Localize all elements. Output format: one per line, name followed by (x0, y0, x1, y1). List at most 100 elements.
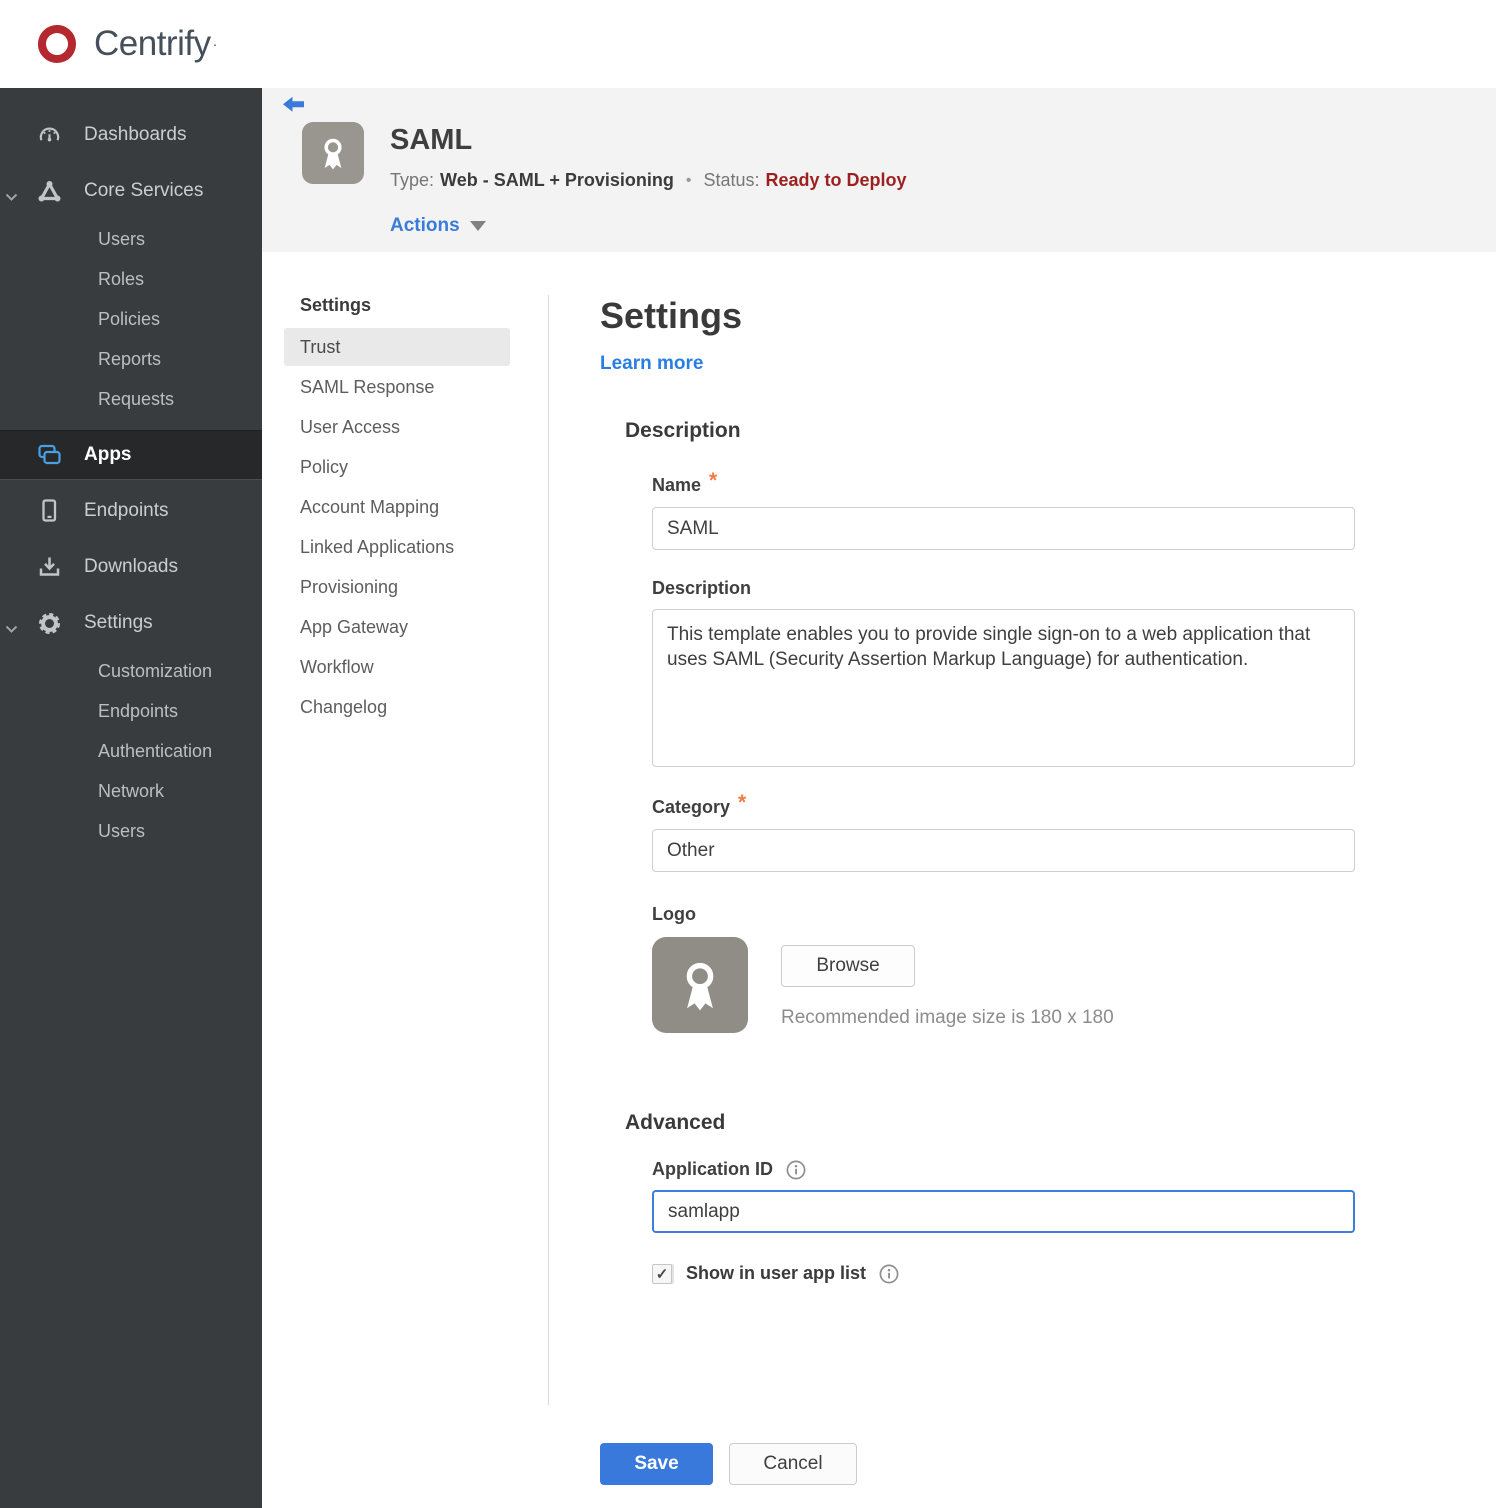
subnav-item-saml-response[interactable]: SAML Response (284, 368, 510, 406)
save-button[interactable]: Save (600, 1443, 713, 1485)
required-marker: * (709, 469, 718, 492)
brand-trademark: · (212, 36, 218, 52)
settings-panel: Settings Learn more Description Name * D… (549, 252, 1496, 1405)
caret-down-icon (469, 221, 486, 231)
ribbon-award-icon (686, 962, 714, 1011)
centrify-swirl-icon (38, 25, 76, 63)
required-marker: * (738, 791, 747, 814)
sidebar-item-reports[interactable]: Reports (0, 339, 262, 379)
logo-label: Logo (652, 904, 696, 924)
sidebar-item-label: Users (98, 228, 146, 249)
logo-size-hint: Recommended image size is 180 x 180 (781, 1007, 1114, 1028)
sidebar-item-core-services[interactable]: Core Services (0, 163, 262, 219)
subnav-item-changelog[interactable]: Changelog (284, 688, 510, 726)
meta-separator: • (685, 171, 692, 189)
settings-subnav: Settings Trust SAML Response User Access… (262, 252, 549, 1405)
description-field[interactable]: This template enables you to provide sin… (652, 609, 1355, 767)
apps-icon (34, 444, 64, 467)
subnav-item-account-mapping[interactable]: Account Mapping (284, 488, 510, 526)
arrow-left-icon (283, 96, 304, 112)
subnav-item-user-access[interactable]: User Access (284, 408, 510, 446)
app-logo-preview (652, 937, 748, 1033)
app-header-band: SAML Type: Web - SAML + Provisioning • S… (262, 88, 1496, 252)
centrify-logo: Centrify · (30, 17, 217, 71)
sidebar-item-policies[interactable]: Policies (0, 299, 262, 339)
mobile-device-icon (34, 498, 64, 525)
browse-button[interactable]: Browse (781, 945, 915, 987)
form-footer: Save Cancel (600, 1443, 1496, 1508)
sidebar-item-label: Downloads (84, 556, 178, 577)
sidebar-item-requests[interactable]: Requests (0, 379, 262, 419)
sidebar-item-label: Authentication (98, 740, 213, 761)
core-services-icon (34, 179, 64, 204)
sidebar-item-label: Core Services (84, 180, 204, 201)
sidebar-item-endpoints-settings[interactable]: Endpoints (0, 691, 262, 731)
app-title: SAML (390, 124, 473, 156)
sidebar-item-customization[interactable]: Customization (0, 651, 262, 691)
subnav-item-trust[interactable]: Trust (284, 328, 510, 366)
sidebar-item-label: Customization (98, 660, 213, 681)
gauge-icon (34, 123, 64, 148)
app-avatar (302, 122, 364, 184)
ribbon-award-icon (324, 138, 342, 170)
sidebar-item-label: Endpoints (98, 700, 179, 721)
top-bar: Centrify · (0, 0, 1496, 88)
description-section-heading: Description (625, 419, 741, 442)
category-field[interactable] (652, 829, 1355, 872)
sidebar-item-label: Roles (98, 268, 145, 289)
application-id-label: Application ID (652, 1159, 773, 1179)
subnav-heading: Settings (300, 295, 372, 315)
type-label: Type: (390, 170, 435, 190)
advanced-section-heading: Advanced (625, 1111, 726, 1134)
cancel-button[interactable]: Cancel (729, 1443, 857, 1485)
show-in-user-app-list-label: Show in user app list (686, 1263, 867, 1283)
status-badge: Ready to Deploy (765, 170, 907, 190)
sidebar-item-users[interactable]: Users (0, 219, 262, 259)
sidebar-item-apps[interactable]: Apps (0, 430, 262, 480)
name-field[interactable] (652, 507, 1355, 550)
sidebar-item-dashboards[interactable]: Dashboards (0, 107, 262, 163)
sidebar-item-label: Policies (98, 308, 161, 329)
chevron-down-icon (5, 186, 18, 208)
description-label: Description (652, 578, 752, 598)
sidebar-item-label: Endpoints (84, 500, 169, 521)
brand-name: Centrify (94, 24, 211, 63)
app-meta: Type: Web - SAML + Provisioning • Status… (390, 170, 907, 191)
sidebar-item-settings[interactable]: Settings (0, 595, 262, 651)
sidebar-item-label: Dashboards (84, 124, 187, 145)
sidebar-item-label: Requests (98, 388, 175, 409)
sidebar-item-downloads[interactable]: Downloads (0, 539, 262, 595)
sidebar-item-users-settings[interactable]: Users (0, 811, 262, 851)
application-id-field[interactable] (652, 1190, 1355, 1233)
download-tray-icon (34, 555, 64, 579)
sidebar-item-network[interactable]: Network (0, 771, 262, 811)
page-title: Settings (600, 295, 743, 336)
subnav-item-policy[interactable]: Policy (284, 448, 510, 486)
sidebar-item-label: Network (98, 780, 165, 801)
chevron-down-icon (5, 618, 18, 640)
actions-label: Actions (390, 215, 460, 236)
sidebar-item-endpoints[interactable]: Endpoints (0, 483, 262, 539)
sidebar-item-roles[interactable]: Roles (0, 259, 262, 299)
content-area: SAML Type: Web - SAML + Provisioning • S… (262, 88, 1496, 1508)
back-button[interactable] (282, 96, 306, 116)
gear-icon (34, 610, 64, 637)
info-icon[interactable] (786, 1160, 806, 1180)
actions-dropdown[interactable]: Actions (390, 215, 907, 237)
learn-more-link[interactable]: Learn more (600, 353, 703, 375)
sidebar-item-label: Users (98, 820, 146, 841)
info-icon[interactable] (879, 1264, 899, 1284)
sidebar-item-label: Settings (84, 612, 153, 633)
subnav-item-provisioning[interactable]: Provisioning (284, 568, 510, 606)
type-value: Web - SAML + Provisioning (440, 170, 674, 190)
subnav-item-app-gateway[interactable]: App Gateway (284, 608, 510, 646)
sidebar: Dashboards Core Services Users Roles Pol… (0, 88, 262, 1508)
checkmark-icon: ✓ (655, 1265, 669, 1283)
sidebar-item-label: Reports (98, 348, 162, 369)
sidebar-item-label: Apps (84, 444, 132, 465)
subnav-item-linked-applications[interactable]: Linked Applications (284, 528, 510, 566)
status-label: Status: (703, 170, 760, 190)
show-in-user-app-list-checkbox[interactable]: ✓ (652, 1263, 672, 1284)
sidebar-item-authentication[interactable]: Authentication (0, 731, 262, 771)
subnav-item-workflow[interactable]: Workflow (284, 648, 510, 686)
